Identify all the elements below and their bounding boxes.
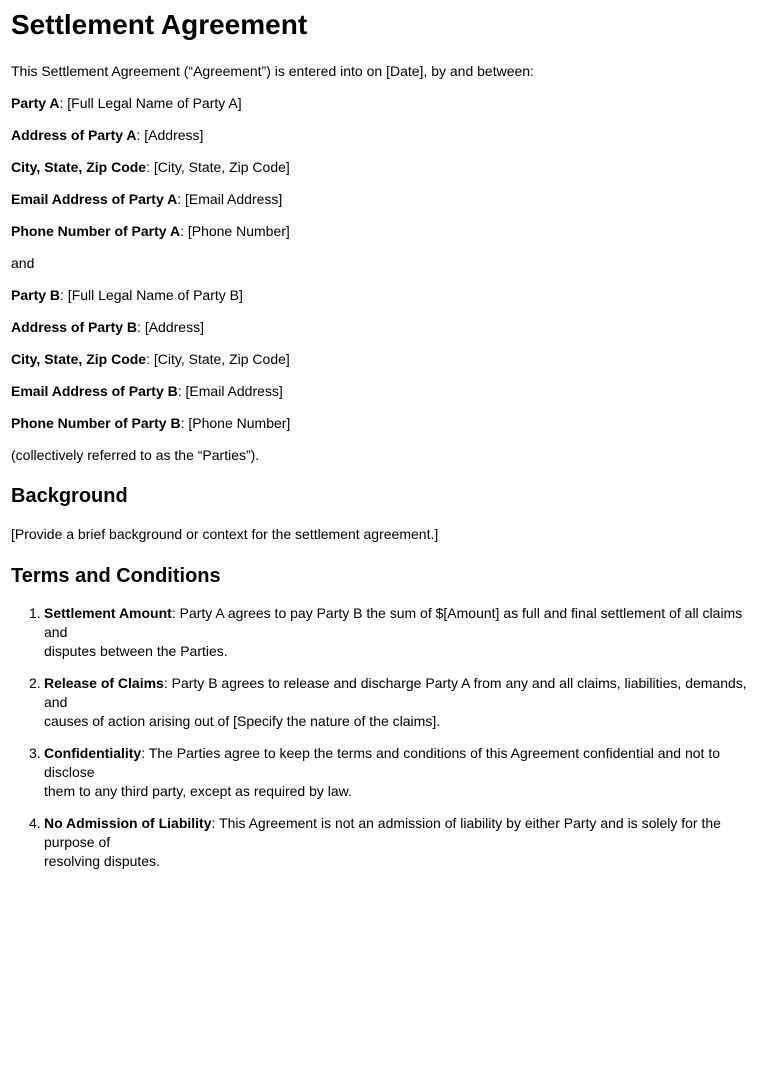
term-text-continued: them to any third party, except as requi…: [44, 783, 352, 799]
item-number: 2.: [29, 675, 41, 691]
item-number: 1.: [29, 605, 41, 621]
list-item: 2. Release of Claims: Party B agrees to …: [11, 674, 759, 731]
collective-reference: (collectively referred to as the “Partie…: [11, 447, 260, 463]
field-label: Phone Number of Party A: [11, 223, 181, 239]
field-label: City, State, Zip Code: [11, 159, 147, 175]
party-b-city-line: City, State, Zip Code: [City, State, Zip…: [11, 350, 290, 368]
party-a-address-line: Address of Party A: [Address]: [11, 126, 203, 144]
party-b-email-line: Email Address of Party B: [Email Address…: [11, 382, 283, 400]
item-number: 4.: [29, 815, 41, 831]
term-label: No Admission of Liability: [44, 815, 212, 831]
item-number: 3.: [29, 745, 41, 761]
term-text-continued: causes of action arising out of [Specify…: [44, 713, 441, 729]
party-a-email-line: Email Address of Party A: [Email Address…: [11, 190, 282, 208]
term-label: Release of Claims: [44, 675, 164, 691]
field-value: : [City, State, Zip Code]: [146, 351, 290, 367]
party-b-address-line: Address of Party B: [Address]: [11, 318, 204, 336]
field-value: : [Phone Number]: [180, 415, 291, 431]
field-value: : [Address]: [137, 319, 204, 335]
list-item: 3. Confidentiality: The Parties agree to…: [11, 744, 759, 801]
party-a-phone-line: Phone Number of Party A: [Phone Number]: [11, 222, 290, 240]
field-label: Phone Number of Party B: [11, 415, 181, 431]
field-label: Email Address of Party A: [11, 191, 178, 207]
field-value: : [Address]: [136, 127, 204, 143]
field-value: : [Full Legal Name of Party A]: [59, 95, 242, 111]
field-label: Email Address of Party B: [11, 383, 178, 399]
party-b-phone-line: Phone Number of Party B: [Phone Number]: [11, 414, 290, 432]
background-heading: Background: [11, 485, 128, 507]
term-label: Settlement Amount: [44, 605, 172, 621]
conjunction-text: and: [11, 255, 35, 271]
list-item: 1. Settlement Amount: Party A agrees to …: [11, 604, 759, 661]
party-a-city-line: City, State, Zip Code: [City, State, Zip…: [11, 158, 290, 176]
field-value: : [Full Legal Name of Party B]: [60, 287, 243, 303]
terms-heading: Terms and Conditions: [11, 565, 221, 587]
field-label: Address of Party A: [11, 127, 137, 143]
background-text: [Provide a brief background or context f…: [11, 526, 439, 542]
list-item: 4. No Admission of Liability: This Agree…: [11, 814, 759, 871]
field-value: : [Email Address]: [177, 383, 283, 399]
party-a-name-line: Party A: [Full Legal Name of Party A]: [11, 94, 242, 112]
field-value: : [Email Address]: [177, 191, 283, 207]
party-b-name-line: Party B: [Full Legal Name of Party B]: [11, 286, 243, 304]
intro-paragraph: This Settlement Agreement (“Agreement”) …: [11, 63, 534, 79]
term-text-continued: disputes between the Parties.: [44, 643, 228, 659]
terms-list: 1. Settlement Amount: Party A agrees to …: [11, 604, 759, 884]
field-value: : [City, State, Zip Code]: [146, 159, 290, 175]
term-text: : The Parties agree to keep the terms an…: [44, 745, 720, 780]
field-label: Party B: [11, 287, 61, 303]
field-value: : [Phone Number]: [180, 223, 290, 239]
field-label: City, State, Zip Code: [11, 351, 147, 367]
field-label: Address of Party B: [11, 319, 138, 335]
term-text-continued: resolving disputes.: [44, 853, 160, 869]
term-label: Confidentiality: [44, 745, 142, 761]
field-label: Party A: [11, 95, 60, 111]
document-title: Settlement Agreement: [11, 9, 308, 40]
